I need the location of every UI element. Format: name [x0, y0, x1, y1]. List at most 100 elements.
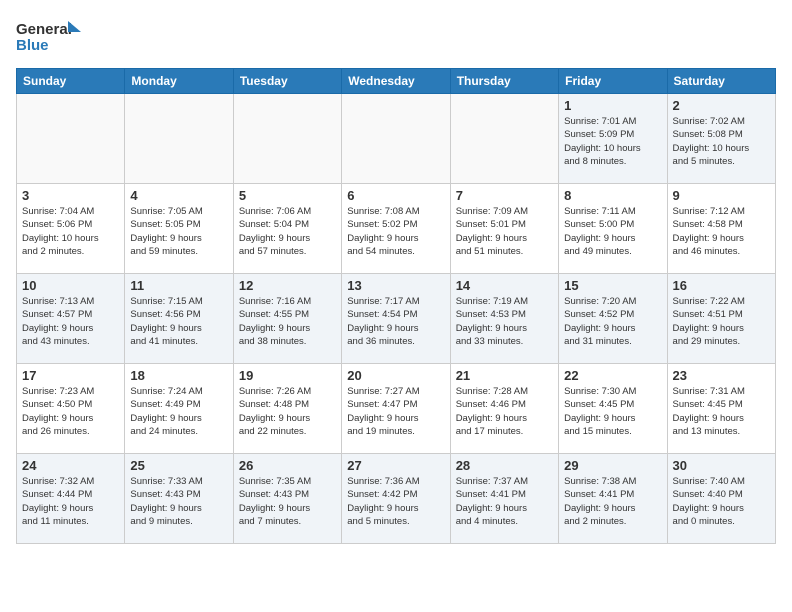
day-info: Sunrise: 7:01 AM Sunset: 5:09 PM Dayligh… — [564, 115, 661, 168]
day-number: 12 — [239, 278, 336, 293]
day-info: Sunrise: 7:30 AM Sunset: 4:45 PM Dayligh… — [564, 385, 661, 438]
day-number: 17 — [22, 368, 119, 383]
calendar-cell: 27 Sunrise: 7:36 AM Sunset: 4:42 PM Dayli… — [342, 454, 450, 544]
day-info: Sunrise: 7:12 AM Sunset: 4:58 PM Dayligh… — [673, 205, 770, 258]
day-number: 16 — [673, 278, 770, 293]
day-info: Sunrise: 7:15 AM Sunset: 4:56 PM Dayligh… — [130, 295, 227, 348]
calendar-week-1: 3 Sunrise: 7:04 AM Sunset: 5:06 PM Daylig… — [17, 184, 776, 274]
page-header: GeneralBlue — [16, 16, 776, 56]
day-number: 14 — [456, 278, 553, 293]
day-info: Sunrise: 7:36 AM Sunset: 4:42 PM Dayligh… — [347, 475, 444, 528]
day-info: Sunrise: 7:38 AM Sunset: 4:41 PM Dayligh… — [564, 475, 661, 528]
day-info: Sunrise: 7:22 AM Sunset: 4:51 PM Dayligh… — [673, 295, 770, 348]
day-number: 21 — [456, 368, 553, 383]
calendar-cell: 15 Sunrise: 7:20 AM Sunset: 4:52 PM Dayli… — [559, 274, 667, 364]
col-header-tuesday: Tuesday — [233, 69, 341, 94]
calendar-week-4: 24 Sunrise: 7:32 AM Sunset: 4:44 PM Dayli… — [17, 454, 776, 544]
calendar-cell: 13 Sunrise: 7:17 AM Sunset: 4:54 PM Dayli… — [342, 274, 450, 364]
calendar-cell: 28 Sunrise: 7:37 AM Sunset: 4:41 PM Dayli… — [450, 454, 558, 544]
calendar-cell: 20 Sunrise: 7:27 AM Sunset: 4:47 PM Dayli… — [342, 364, 450, 454]
calendar-cell: 18 Sunrise: 7:24 AM Sunset: 4:49 PM Dayli… — [125, 364, 233, 454]
day-number: 4 — [130, 188, 227, 203]
calendar-cell: 9 Sunrise: 7:12 AM Sunset: 4:58 PM Daylig… — [667, 184, 775, 274]
day-number: 19 — [239, 368, 336, 383]
day-info: Sunrise: 7:02 AM Sunset: 5:08 PM Dayligh… — [673, 115, 770, 168]
col-header-friday: Friday — [559, 69, 667, 94]
calendar-cell: 30 Sunrise: 7:40 AM Sunset: 4:40 PM Dayli… — [667, 454, 775, 544]
calendar-table: SundayMondayTuesdayWednesdayThursdayFrid… — [16, 68, 776, 544]
day-info: Sunrise: 7:33 AM Sunset: 4:43 PM Dayligh… — [130, 475, 227, 528]
calendar-week-0: 1Sunrise: 7:01 AM Sunset: 5:09 PM Daylig… — [17, 94, 776, 184]
day-info: Sunrise: 7:20 AM Sunset: 4:52 PM Dayligh… — [564, 295, 661, 348]
calendar-week-3: 17 Sunrise: 7:23 AM Sunset: 4:50 PM Dayli… — [17, 364, 776, 454]
day-number: 11 — [130, 278, 227, 293]
day-info: Sunrise: 7:05 AM Sunset: 5:05 PM Dayligh… — [130, 205, 227, 258]
day-number: 15 — [564, 278, 661, 293]
day-number: 23 — [673, 368, 770, 383]
calendar-cell: 29 Sunrise: 7:38 AM Sunset: 4:41 PM Dayli… — [559, 454, 667, 544]
day-info: Sunrise: 7:19 AM Sunset: 4:53 PM Dayligh… — [456, 295, 553, 348]
day-info: Sunrise: 7:35 AM Sunset: 4:43 PM Dayligh… — [239, 475, 336, 528]
day-number: 6 — [347, 188, 444, 203]
col-header-monday: Monday — [125, 69, 233, 94]
col-header-saturday: Saturday — [667, 69, 775, 94]
day-info: Sunrise: 7:37 AM Sunset: 4:41 PM Dayligh… — [456, 475, 553, 528]
calendar-cell: 7Sunrise: 7:09 AM Sunset: 5:01 PM Daylig… — [450, 184, 558, 274]
calendar-cell: 11 Sunrise: 7:15 AM Sunset: 4:56 PM Dayli… — [125, 274, 233, 364]
calendar-cell: 21 Sunrise: 7:28 AM Sunset: 4:46 PM Dayli… — [450, 364, 558, 454]
day-info: Sunrise: 7:40 AM Sunset: 4:40 PM Dayligh… — [673, 475, 770, 528]
day-info: Sunrise: 7:16 AM Sunset: 4:55 PM Dayligh… — [239, 295, 336, 348]
day-number: 18 — [130, 368, 227, 383]
day-number: 26 — [239, 458, 336, 473]
day-info: Sunrise: 7:17 AM Sunset: 4:54 PM Dayligh… — [347, 295, 444, 348]
day-number: 9 — [673, 188, 770, 203]
calendar-cell: 4 Sunrise: 7:05 AM Sunset: 5:05 PM Daylig… — [125, 184, 233, 274]
logo: GeneralBlue — [16, 16, 86, 56]
day-info: Sunrise: 7:32 AM Sunset: 4:44 PM Dayligh… — [22, 475, 119, 528]
calendar-cell — [17, 94, 125, 184]
day-info: Sunrise: 7:24 AM Sunset: 4:49 PM Dayligh… — [130, 385, 227, 438]
calendar-cell: 3 Sunrise: 7:04 AM Sunset: 5:06 PM Daylig… — [17, 184, 125, 274]
calendar-cell: 16 Sunrise: 7:22 AM Sunset: 4:51 PM Dayli… — [667, 274, 775, 364]
calendar-cell: 23Sunrise: 7:31 AM Sunset: 4:45 PM Dayli… — [667, 364, 775, 454]
day-info: Sunrise: 7:26 AM Sunset: 4:48 PM Dayligh… — [239, 385, 336, 438]
calendar-header-row: SundayMondayTuesdayWednesdayThursdayFrid… — [17, 69, 776, 94]
day-number: 3 — [22, 188, 119, 203]
calendar-cell: 5 Sunrise: 7:06 AM Sunset: 5:04 PM Daylig… — [233, 184, 341, 274]
svg-text:Blue: Blue — [16, 37, 49, 54]
day-info: Sunrise: 7:09 AM Sunset: 5:01 PM Dayligh… — [456, 205, 553, 258]
day-info: Sunrise: 7:04 AM Sunset: 5:06 PM Dayligh… — [22, 205, 119, 258]
col-header-thursday: Thursday — [450, 69, 558, 94]
day-number: 20 — [347, 368, 444, 383]
day-info: Sunrise: 7:06 AM Sunset: 5:04 PM Dayligh… — [239, 205, 336, 258]
day-info: Sunrise: 7:28 AM Sunset: 4:46 PM Dayligh… — [456, 385, 553, 438]
calendar-cell: 17 Sunrise: 7:23 AM Sunset: 4:50 PM Dayli… — [17, 364, 125, 454]
day-info: Sunrise: 7:11 AM Sunset: 5:00 PM Dayligh… — [564, 205, 661, 258]
calendar-cell: 26 Sunrise: 7:35 AM Sunset: 4:43 PM Dayli… — [233, 454, 341, 544]
day-number: 30 — [673, 458, 770, 473]
day-info: Sunrise: 7:27 AM Sunset: 4:47 PM Dayligh… — [347, 385, 444, 438]
day-number: 27 — [347, 458, 444, 473]
day-info: Sunrise: 7:08 AM Sunset: 5:02 PM Dayligh… — [347, 205, 444, 258]
calendar-cell: 22 Sunrise: 7:30 AM Sunset: 4:45 PM Dayli… — [559, 364, 667, 454]
calendar-cell: 19 Sunrise: 7:26 AM Sunset: 4:48 PM Dayli… — [233, 364, 341, 454]
calendar-cell: 2Sunrise: 7:02 AM Sunset: 5:08 PM Daylig… — [667, 94, 775, 184]
day-number: 10 — [22, 278, 119, 293]
day-number: 24 — [22, 458, 119, 473]
col-header-wednesday: Wednesday — [342, 69, 450, 94]
day-info: Sunrise: 7:23 AM Sunset: 4:50 PM Dayligh… — [22, 385, 119, 438]
calendar-cell: 10 Sunrise: 7:13 AM Sunset: 4:57 PM Dayli… — [17, 274, 125, 364]
calendar-cell: 12 Sunrise: 7:16 AM Sunset: 4:55 PM Dayli… — [233, 274, 341, 364]
day-info: Sunrise: 7:13 AM Sunset: 4:57 PM Dayligh… — [22, 295, 119, 348]
calendar-cell: 8Sunrise: 7:11 AM Sunset: 5:00 PM Daylig… — [559, 184, 667, 274]
day-number: 25 — [130, 458, 227, 473]
col-header-sunday: Sunday — [17, 69, 125, 94]
calendar-cell: 1Sunrise: 7:01 AM Sunset: 5:09 PM Daylig… — [559, 94, 667, 184]
day-number: 13 — [347, 278, 444, 293]
day-number: 22 — [564, 368, 661, 383]
calendar-cell — [233, 94, 341, 184]
day-number: 29 — [564, 458, 661, 473]
svg-text:General: General — [16, 21, 72, 38]
day-number: 28 — [456, 458, 553, 473]
day-number: 5 — [239, 188, 336, 203]
